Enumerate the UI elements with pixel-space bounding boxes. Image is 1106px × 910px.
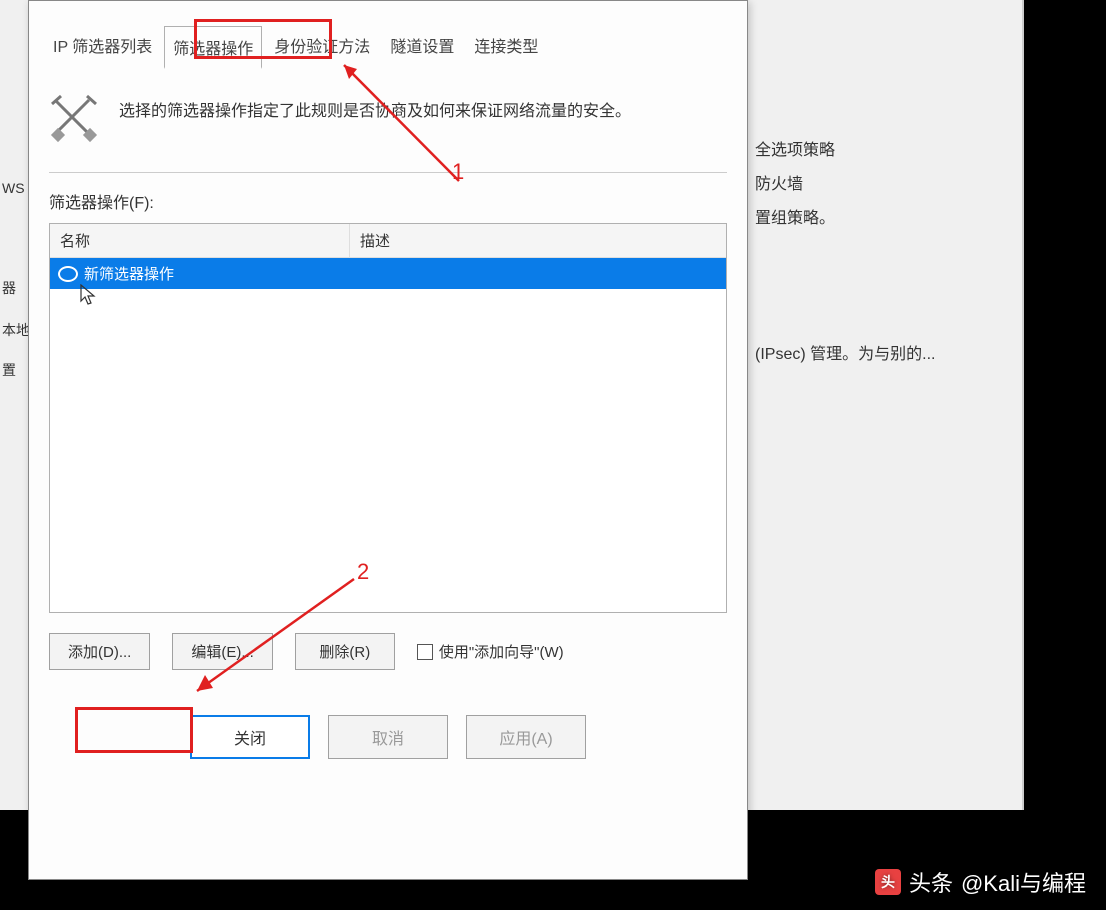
- description-text: 选择的筛选器操作指定了此规则是否协商及如何来保证网络流量的安全。: [119, 94, 631, 127]
- bg-text: 全选项策略: [755, 136, 835, 160]
- checkbox-icon[interactable]: [417, 644, 433, 660]
- radio-icon[interactable]: [58, 266, 78, 282]
- filter-action-list-label: 筛选器操作(F):: [49, 189, 727, 213]
- tab-ip-filter-list[interactable]: IP 筛选器列表: [45, 25, 160, 68]
- use-wizard-checkbox-wrap[interactable]: 使用"添加向导"(W): [417, 641, 564, 662]
- bg-text: WS: [2, 180, 25, 196]
- bg-text: 置: [2, 360, 16, 380]
- bg-text: 器: [2, 278, 16, 298]
- annotation-number-2: 2: [357, 559, 369, 585]
- filter-action-list[interactable]: 名称 描述 新筛选器操作: [49, 223, 727, 613]
- annotation-number-1: 1: [452, 159, 464, 185]
- checkbox-label: 使用"添加向导"(W): [439, 641, 564, 662]
- close-button[interactable]: 关闭: [190, 715, 310, 759]
- column-name[interactable]: 名称: [50, 224, 350, 257]
- bg-text: 防火墙: [755, 170, 803, 194]
- tab-auth-method[interactable]: 身份验证方法: [266, 25, 378, 68]
- tab-bar: IP 筛选器列表 筛选器操作 身份验证方法 隧道设置 连接类型: [29, 1, 747, 70]
- bg-text: (IPsec) 管理。为与别的...: [755, 340, 935, 364]
- column-description[interactable]: 描述: [350, 224, 726, 257]
- description-row: 选择的筛选器操作指定了此规则是否协商及如何来保证网络流量的安全。: [29, 70, 747, 154]
- filter-action-dialog: IP 筛选器列表 筛选器操作 身份验证方法 隧道设置 连接类型 选择的筛选器操作…: [28, 0, 748, 880]
- divider: [49, 172, 727, 173]
- action-button-row: 添加(D)... 编辑(E)... 删除(R) 使用"添加向导"(W): [49, 633, 727, 670]
- cancel-button[interactable]: 取消: [328, 715, 448, 759]
- tab-connection-type[interactable]: 连接类型: [466, 25, 546, 68]
- tab-tunnel-settings[interactable]: 隧道设置: [382, 25, 462, 68]
- add-button[interactable]: 添加(D)...: [49, 633, 150, 670]
- watermark-logo-icon: 头: [875, 869, 901, 895]
- list-header: 名称 描述: [50, 224, 726, 258]
- list-item[interactable]: 新筛选器操作: [50, 258, 726, 289]
- swords-icon: [49, 94, 99, 144]
- remove-button[interactable]: 删除(R): [295, 633, 395, 670]
- list-item-label: 新筛选器操作: [84, 263, 174, 284]
- bg-text: 本地: [2, 320, 30, 340]
- cursor-icon: [80, 284, 98, 312]
- tab-filter-action[interactable]: 筛选器操作: [164, 26, 262, 69]
- apply-button[interactable]: 应用(A): [466, 715, 586, 759]
- watermark: 头 头条 @Kali与编程: [875, 866, 1086, 898]
- bg-text: 置组策略。: [755, 204, 835, 228]
- watermark-prefix: 头条: [909, 866, 953, 898]
- dialog-bottom-row: 关闭 取消 应用(A): [29, 715, 747, 759]
- edit-button[interactable]: 编辑(E)...: [172, 633, 273, 670]
- watermark-handle: @Kali与编程: [961, 866, 1086, 898]
